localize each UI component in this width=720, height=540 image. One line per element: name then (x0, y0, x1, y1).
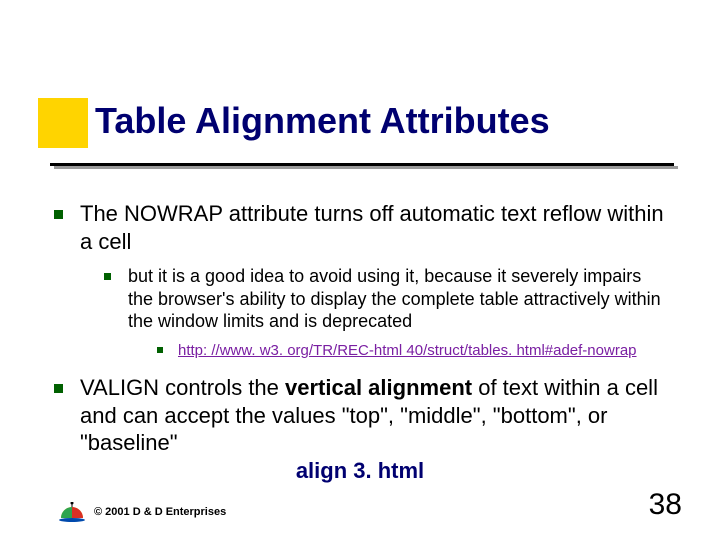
bullet-valign: VALIGN controls the vertical alignment o… (50, 374, 665, 457)
sub-bullet-text: but it is a good idea to avoid using it,… (128, 266, 661, 331)
beanie-icon (58, 502, 86, 522)
sub-bullet-nowrap-caveat: but it is a good idea to avoid using it,… (100, 265, 665, 360)
slide-title: Table Alignment Attributes (95, 100, 550, 142)
bullet-text-bold: vertical alignment (285, 375, 472, 400)
bullet-text-pre: VALIGN controls the (80, 375, 285, 400)
page-number: 38 (649, 488, 682, 522)
footer: © 2001 D & D Enterprises (58, 502, 226, 522)
copyright-text: © 2001 D & D Enterprises (94, 506, 226, 518)
bullet-nowrap: The NOWRAP attribute turns off automatic… (50, 200, 665, 360)
title-underline (50, 160, 680, 186)
slide-body: The NOWRAP attribute turns off automatic… (50, 200, 665, 471)
spec-link[interactable]: http: //www. w3. org/TR/REC-html 40/stru… (178, 342, 637, 359)
slide: Table Alignment Attributes The NOWRAP at… (0, 0, 720, 540)
sub-sub-bullet-link: http: //www. w3. org/TR/REC-html 40/stru… (154, 341, 665, 361)
filename-label: align 3. html (0, 458, 720, 484)
bullet-text: The NOWRAP attribute turns off automatic… (80, 201, 664, 254)
title-accent-square (38, 98, 88, 148)
